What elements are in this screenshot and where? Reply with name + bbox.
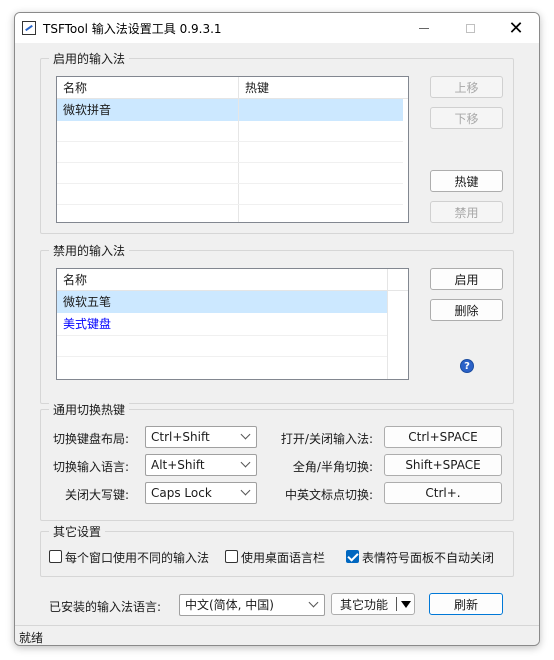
minimize-icon xyxy=(419,27,429,29)
status-text: 就绪 xyxy=(19,631,44,645)
switch-language-label: 切换输入语言: xyxy=(53,460,130,474)
column-header-name[interactable]: 名称 xyxy=(57,269,377,291)
disabled-list-header: 名称 xyxy=(57,269,408,291)
enabled-ime-list[interactable]: 名称 热键 微软拼音 xyxy=(56,76,409,223)
full-half-label: 全角/半角切换: xyxy=(292,460,373,474)
desktop-langbar-label[interactable]: 使用桌面语言栏 xyxy=(241,549,325,566)
hotkey-group-title: 通用切换热键 xyxy=(49,401,130,418)
enabled-list-header: 名称 热键 xyxy=(57,77,408,99)
refresh-button[interactable]: 刷新 xyxy=(429,593,503,615)
delete-button[interactable]: 删除 xyxy=(430,299,503,321)
move-up-button[interactable]: 上移 xyxy=(430,76,503,98)
chevron-down-icon xyxy=(240,485,251,496)
switch-layout-value: Ctrl+Shift xyxy=(151,430,210,444)
enabled-ime-group: 启用的输入法 名称 热键 微软拼音 上移 下移 热键 禁用 xyxy=(40,50,514,234)
installed-language-label: 已安装的输入法语言: xyxy=(49,600,162,614)
punct-hotkey-button[interactable]: Ctrl+. xyxy=(384,482,502,504)
maximize-icon xyxy=(465,23,475,33)
ime-hotkey xyxy=(239,99,399,121)
status-bar: 就绪 xyxy=(15,625,539,645)
title-bar: TSFTool 输入法设置工具 0.9.3.1 ✕ xyxy=(15,13,539,43)
disabled-ime-list[interactable]: 名称 微软五笔 美式键盘 xyxy=(56,268,409,380)
toggle-ime-hotkey-button[interactable]: Ctrl+SPACE xyxy=(384,426,502,448)
chevron-down-icon xyxy=(308,597,319,608)
disabled-ime-group: 禁用的输入法 名称 微软五笔 美式键盘 启用 删除 ? xyxy=(40,242,514,404)
emoji-panel-label[interactable]: 表情符号面板不自动关闭 xyxy=(362,549,494,566)
emoji-panel-checkbox[interactable] xyxy=(346,550,359,563)
column-header-name[interactable]: 名称 xyxy=(57,77,238,99)
language-combo[interactable]: 中文(简体, 中国) xyxy=(179,594,325,616)
ime-name: 微软五笔 xyxy=(63,295,112,309)
move-down-button[interactable]: 下移 xyxy=(430,107,503,129)
app-icon xyxy=(22,21,36,35)
chevron-down-icon xyxy=(240,457,251,468)
caps-off-combo[interactable]: Caps Lock xyxy=(145,482,257,504)
per-window-ime-checkbox[interactable] xyxy=(49,550,62,563)
help-icon[interactable]: ? xyxy=(460,359,474,373)
switch-language-value: Alt+Shift xyxy=(151,458,205,472)
hotkey-button[interactable]: 热键 xyxy=(430,170,503,192)
list-item[interactable]: 美式键盘 xyxy=(57,313,387,335)
other-functions-label[interactable]: 其它功能 xyxy=(332,594,396,614)
dropdown-arrow-icon[interactable] xyxy=(401,601,411,608)
other-settings-group: 其它设置 每个窗口使用不同的输入法 使用桌面语言栏 表情符号面板不自动关闭 xyxy=(40,523,514,577)
toggle-ime-label: 打开/关闭输入法: xyxy=(280,432,373,446)
column-header-hotkey[interactable]: 热键 xyxy=(239,77,399,99)
maximize-button xyxy=(447,13,493,43)
desktop-langbar-checkbox[interactable] xyxy=(225,550,238,563)
language-value: 中文(简体, 中国) xyxy=(185,598,274,612)
ime-name: 美式键盘 xyxy=(63,317,112,331)
caps-off-value: Caps Lock xyxy=(151,486,212,500)
list-item[interactable]: 微软五笔 xyxy=(57,291,387,313)
minimize-button[interactable] xyxy=(401,13,447,43)
main-window: TSFTool 输入法设置工具 0.9.3.1 ✕ 启用的输入法 名称 热键 微… xyxy=(14,12,540,646)
close-button[interactable]: ✕ xyxy=(493,13,539,43)
other-settings-group-title: 其它设置 xyxy=(49,523,106,540)
hotkey-group: 通用切换热键 切换键盘布局: Ctrl+Shift 切换输入语言: Alt+Sh… xyxy=(40,401,514,521)
punct-label: 中英文标点切换: xyxy=(284,488,373,502)
per-window-ime-label[interactable]: 每个窗口使用不同的输入法 xyxy=(65,549,209,566)
switch-language-combo[interactable]: Alt+Shift xyxy=(145,454,257,476)
window-title: TSFTool 输入法设置工具 0.9.3.1 xyxy=(43,22,222,36)
enabled-ime-group-title: 启用的输入法 xyxy=(49,50,130,67)
full-half-hotkey-button[interactable]: Shift+SPACE xyxy=(384,454,502,476)
close-icon: ✕ xyxy=(508,17,524,39)
disabled-ime-group-title: 禁用的输入法 xyxy=(49,242,130,259)
caps-off-label: 关闭大写键: xyxy=(65,488,130,502)
other-functions-split-button[interactable]: 其它功能 xyxy=(331,593,415,615)
ime-name: 微软拼音 xyxy=(63,103,112,117)
switch-layout-label: 切换键盘布局: xyxy=(53,432,130,446)
list-item[interactable]: 微软拼音 xyxy=(57,99,403,121)
switch-layout-combo[interactable]: Ctrl+Shift xyxy=(145,426,257,448)
enable-button[interactable]: 启用 xyxy=(430,268,503,290)
chevron-down-icon xyxy=(240,429,251,440)
disable-button[interactable]: 禁用 xyxy=(430,201,503,223)
